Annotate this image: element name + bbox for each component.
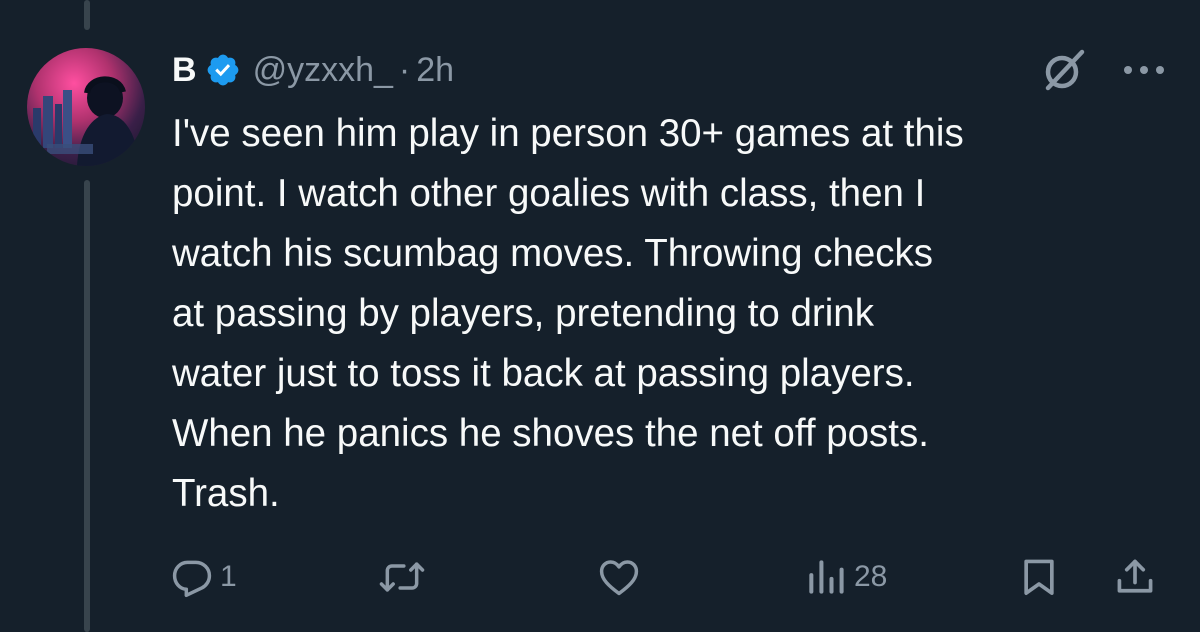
views-icon — [804, 555, 848, 599]
tweet-text-line: When he panics he shoves the net off pos… — [172, 412, 929, 455]
tweet-text-line: water just to toss it back at passing pl… — [172, 352, 915, 395]
like-button[interactable] — [596, 552, 648, 602]
reply-icon — [170, 555, 214, 599]
bookmark-button[interactable] — [1017, 552, 1061, 602]
separator-dot: · — [398, 50, 411, 89]
share-icon — [1113, 555, 1157, 599]
tweet-text-line: I've seen him play in person 30+ games a… — [172, 112, 964, 155]
tweet-actions-bar: 1 28 — [0, 552, 1200, 602]
tweet-text: I've seen him play in person 30+ games a… — [172, 104, 1172, 524]
tweet-text-line: at passing by players, pretending to dri… — [172, 292, 874, 335]
grok-icon[interactable] — [1040, 46, 1088, 94]
more-options-icon[interactable] — [1118, 58, 1170, 82]
retweet-button[interactable] — [378, 552, 432, 602]
tweet-text-line: point. I watch other goalies with class,… — [172, 172, 926, 215]
views-count: 28 — [854, 560, 888, 593]
retweet-icon — [378, 555, 426, 599]
bookmark-icon — [1017, 555, 1061, 599]
reply-button[interactable]: 1 — [170, 552, 237, 602]
tweet-text-line: Trash. — [172, 472, 280, 515]
reply-count: 1 — [220, 560, 237, 593]
thread-line-top — [84, 0, 90, 30]
tweet-text-line: watch his scumbag moves. Throwing checks — [172, 232, 934, 275]
tweet-header: B @yzxxh_ · 2h — [172, 48, 454, 92]
share-button[interactable] — [1113, 552, 1157, 602]
author-name[interactable]: B — [172, 51, 197, 90]
avatar[interactable] — [27, 48, 145, 166]
views-button[interactable]: 28 — [804, 552, 887, 602]
verified-badge-icon — [205, 52, 241, 88]
like-icon — [596, 555, 642, 599]
timestamp[interactable]: 2h — [416, 51, 454, 90]
author-handle[interactable]: @yzxxh_ — [253, 51, 393, 90]
